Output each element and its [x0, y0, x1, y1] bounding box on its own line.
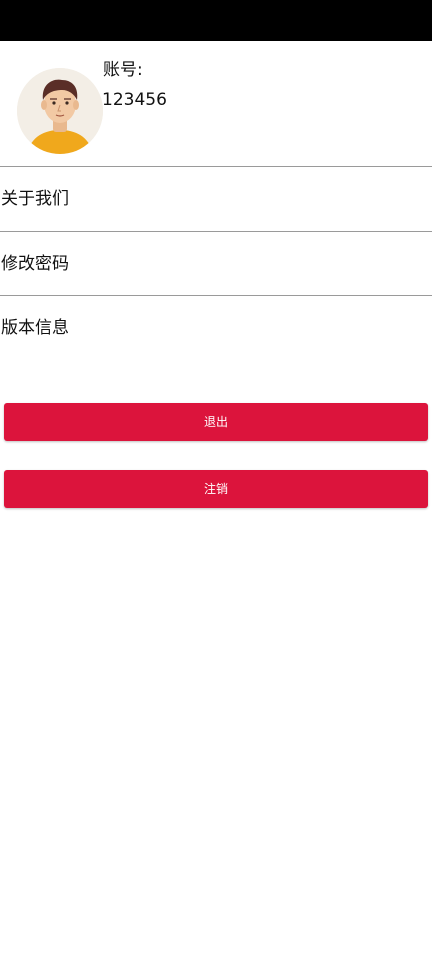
- deregister-button[interactable]: 注销: [4, 470, 428, 508]
- menu-item-change-password[interactable]: 修改密码: [0, 232, 432, 296]
- account-label: 账号:: [103, 60, 143, 80]
- profile-header: 账号: 123456: [0, 41, 432, 166]
- menu-item-about-us[interactable]: 关于我们: [0, 167, 432, 231]
- person-avatar-icon: [17, 68, 103, 154]
- menu-item-version-info[interactable]: 版本信息: [0, 296, 432, 360]
- menu-item-label: 关于我们: [1, 189, 69, 209]
- account-value: 123456: [102, 90, 167, 110]
- status-bar: [0, 0, 432, 41]
- menu-item-label: 版本信息: [1, 318, 69, 338]
- avatar[interactable]: [17, 68, 103, 154]
- logout-button[interactable]: 退出: [4, 403, 428, 441]
- menu-item-label: 修改密码: [1, 254, 69, 274]
